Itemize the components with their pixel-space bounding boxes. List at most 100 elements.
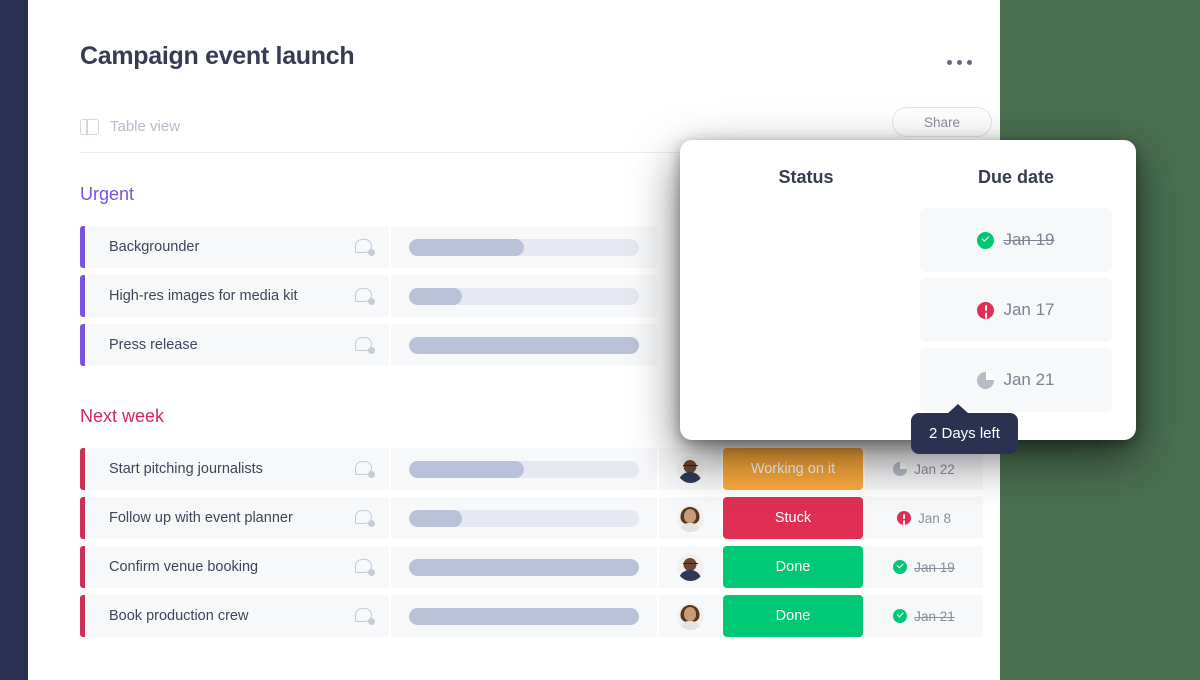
status-badge[interactable]: Working on it bbox=[706, 348, 906, 412]
table-row[interactable]: Book production crew Done Jan 21 bbox=[80, 595, 983, 637]
table-row[interactable]: High-res images for media kit bbox=[80, 275, 657, 317]
progress-bar bbox=[409, 461, 639, 478]
status-badge[interactable]: Stuck bbox=[723, 497, 863, 539]
chat-bubble-icon[interactable] bbox=[355, 608, 375, 625]
due-date-text: Jan 19 bbox=[914, 560, 955, 575]
task-name: Start pitching journalists bbox=[109, 461, 263, 477]
group-title-next-week: Next week bbox=[80, 406, 164, 427]
check-icon bbox=[977, 232, 994, 249]
chat-bubble-icon[interactable] bbox=[355, 461, 375, 478]
column-header-due-date: Due date bbox=[920, 167, 1112, 188]
view-switcher-label: Table view bbox=[110, 118, 180, 135]
due-date-text: Jan 22 bbox=[914, 462, 955, 477]
row-color-bar bbox=[80, 226, 85, 268]
cell-task-name[interactable]: Follow up with event planner bbox=[87, 497, 389, 539]
due-date-text: Jan 8 bbox=[918, 511, 951, 526]
share-button[interactable]: Share bbox=[892, 107, 992, 137]
cell-status[interactable]: Stuck bbox=[723, 497, 863, 539]
status-badge[interactable]: Done bbox=[706, 208, 906, 272]
cell-progress[interactable] bbox=[391, 448, 657, 490]
table-row[interactable]: Follow up with event planner Stuck Jan 8 bbox=[80, 497, 983, 539]
avatar[interactable] bbox=[677, 603, 704, 630]
cell-assignee[interactable] bbox=[659, 448, 721, 490]
cell-due-date[interactable]: Jan 22 bbox=[865, 448, 983, 490]
progress-fill bbox=[409, 288, 462, 305]
task-name: Confirm venue booking bbox=[109, 559, 258, 575]
cell-task-name[interactable]: High-res images for media kit bbox=[87, 275, 389, 317]
alert-icon bbox=[977, 302, 994, 319]
view-switcher[interactable]: Table view bbox=[80, 118, 180, 135]
status-badge[interactable]: Stuck bbox=[706, 278, 906, 342]
cell-progress[interactable] bbox=[391, 497, 657, 539]
cell-due-date[interactable]: Jan 8 bbox=[865, 497, 983, 539]
pie-icon bbox=[977, 372, 994, 389]
task-name: High-res images for media kit bbox=[109, 288, 298, 304]
cell-assignee[interactable] bbox=[659, 546, 721, 588]
pie-icon bbox=[893, 462, 907, 476]
task-name: Backgrounder bbox=[109, 239, 199, 255]
cell-progress[interactable] bbox=[391, 595, 657, 637]
progress-bar bbox=[409, 608, 639, 625]
chat-bubble-icon[interactable] bbox=[355, 288, 375, 305]
table-row[interactable]: Press release bbox=[80, 324, 657, 366]
cell-status[interactable]: Working on it bbox=[723, 448, 863, 490]
chat-bubble-icon[interactable] bbox=[355, 559, 375, 576]
avatar[interactable] bbox=[677, 505, 704, 532]
status-badge[interactable]: Done bbox=[723, 546, 863, 588]
cell-task-name[interactable]: Confirm venue booking bbox=[87, 546, 389, 588]
page-title: Campaign event launch bbox=[80, 42, 354, 71]
progress-bar bbox=[409, 288, 639, 305]
days-left-tooltip: 2 Days left bbox=[911, 413, 1018, 454]
due-date-text: Jan 21 bbox=[914, 609, 955, 624]
task-name: Follow up with event planner bbox=[109, 510, 293, 526]
progress-fill bbox=[409, 461, 524, 478]
due-date-cell[interactable]: Jan 17 bbox=[920, 278, 1112, 342]
progress-fill bbox=[409, 510, 462, 527]
cell-progress[interactable] bbox=[391, 226, 657, 268]
cell-progress[interactable] bbox=[391, 324, 657, 366]
cell-assignee[interactable] bbox=[659, 595, 721, 637]
cell-due-date[interactable]: Jan 21 bbox=[865, 595, 983, 637]
kebab-dot bbox=[967, 60, 972, 65]
chat-bubble-icon[interactable] bbox=[355, 239, 375, 256]
cell-task-name[interactable]: Press release bbox=[87, 324, 389, 366]
status-due-date-callout: Status Due date Done Jan 19 Stuck Jan 17… bbox=[680, 140, 1136, 440]
cell-task-name[interactable]: Backgrounder bbox=[87, 226, 389, 268]
alert-icon bbox=[897, 511, 911, 525]
chat-bubble-icon[interactable] bbox=[355, 510, 375, 527]
row-color-bar bbox=[80, 448, 85, 490]
check-icon bbox=[893, 560, 907, 574]
cell-task-name[interactable]: Book production crew bbox=[87, 595, 389, 637]
row-color-bar bbox=[80, 497, 85, 539]
chat-bubble-icon[interactable] bbox=[355, 337, 375, 354]
cell-due-date[interactable]: Jan 19 bbox=[865, 546, 983, 588]
cell-status[interactable]: Done bbox=[723, 546, 863, 588]
cell-assignee[interactable] bbox=[659, 497, 721, 539]
due-date-text: Jan 19 bbox=[1003, 230, 1054, 250]
due-date-cell[interactable]: Jan 21 bbox=[920, 348, 1112, 412]
cell-progress[interactable] bbox=[391, 275, 657, 317]
kebab-dot bbox=[957, 60, 962, 65]
due-date-text: Jan 21 bbox=[1003, 370, 1054, 390]
row-color-bar bbox=[80, 546, 85, 588]
kebab-menu-icon[interactable] bbox=[943, 56, 976, 69]
status-badge[interactable]: Done bbox=[723, 595, 863, 637]
cell-progress[interactable] bbox=[391, 546, 657, 588]
due-date-cell[interactable]: Jan 19 bbox=[920, 208, 1112, 272]
check-icon bbox=[893, 609, 907, 623]
table-view-icon bbox=[80, 119, 99, 135]
avatar[interactable] bbox=[677, 456, 704, 483]
progress-bar bbox=[409, 239, 639, 256]
task-name: Book production crew bbox=[109, 608, 248, 624]
progress-fill bbox=[409, 559, 639, 576]
row-color-bar bbox=[80, 324, 85, 366]
due-date-text: Jan 17 bbox=[1003, 300, 1054, 320]
row-color-bar bbox=[80, 595, 85, 637]
cell-task-name[interactable]: Start pitching journalists bbox=[87, 448, 389, 490]
cell-status[interactable]: Done bbox=[723, 595, 863, 637]
table-row[interactable]: Start pitching journalists Working on it… bbox=[80, 448, 983, 490]
avatar[interactable] bbox=[677, 554, 704, 581]
status-badge[interactable]: Working on it bbox=[723, 448, 863, 490]
table-row[interactable]: Confirm venue booking Done Jan 19 bbox=[80, 546, 983, 588]
table-row[interactable]: Backgrounder bbox=[80, 226, 657, 268]
